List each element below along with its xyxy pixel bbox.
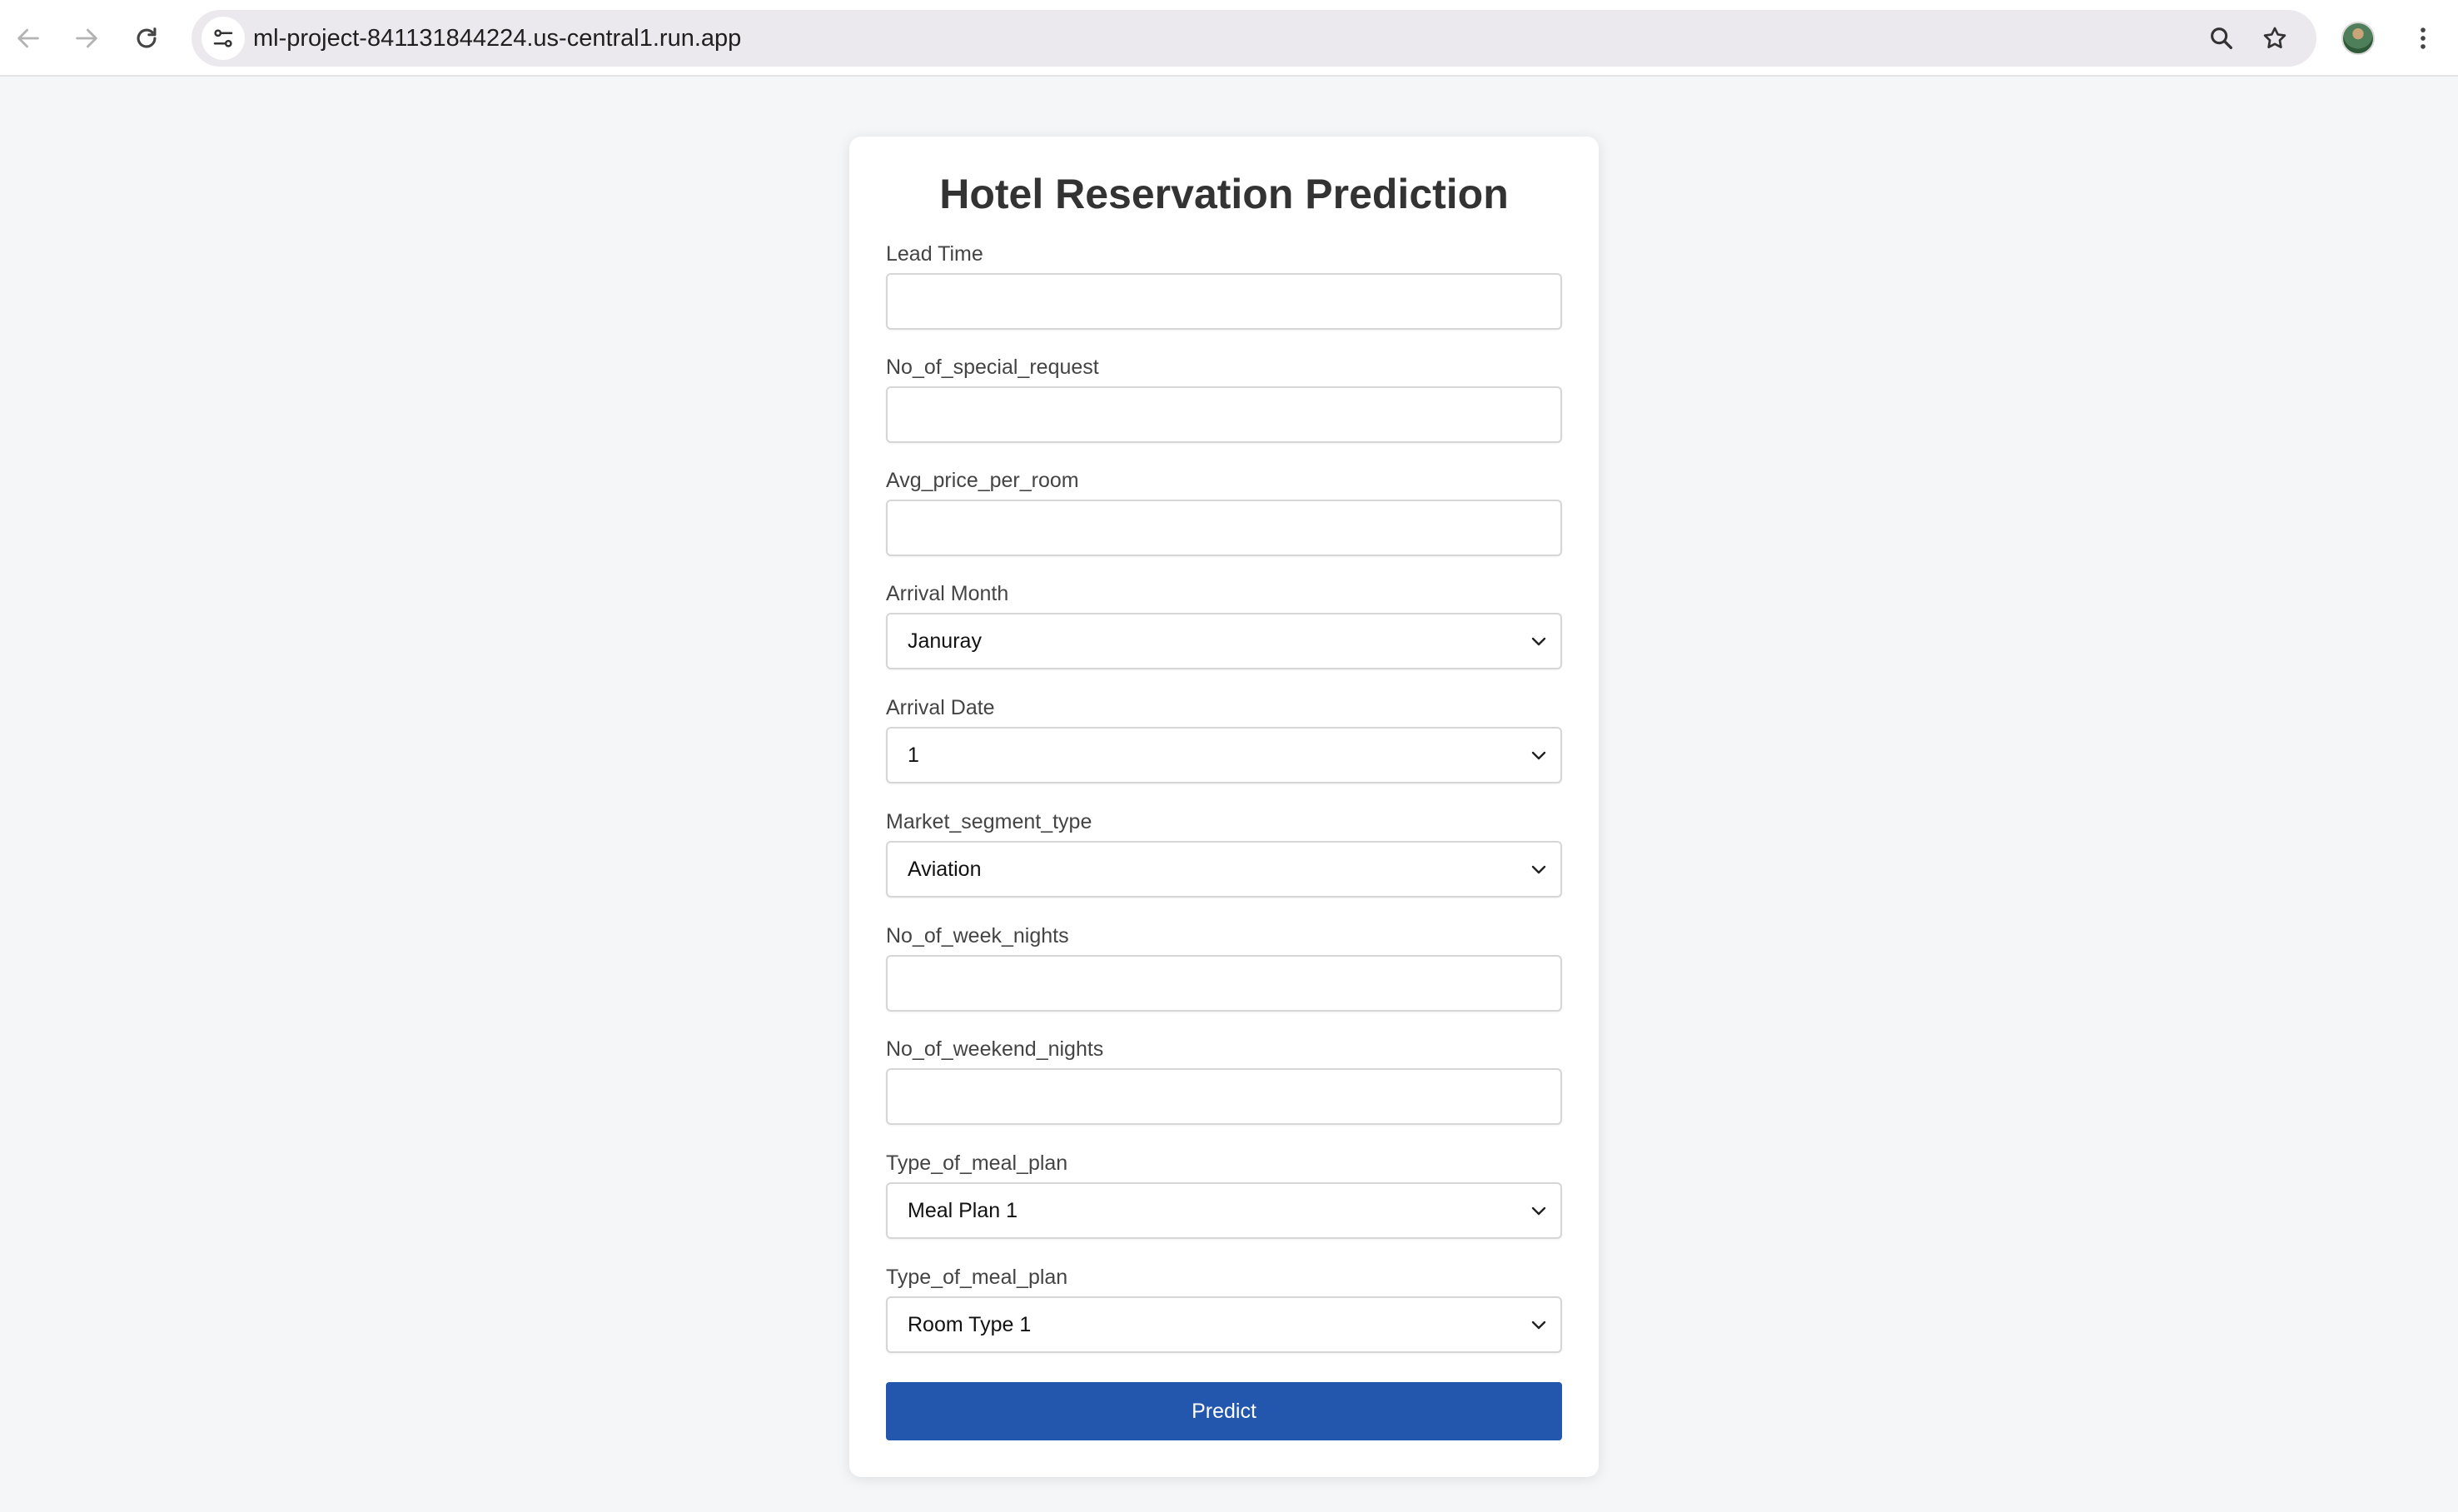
meal-plan-select[interactable]: Meal Plan 1 — [886, 1182, 1562, 1239]
url-text[interactable]: ml-project-841131844224.us-central1.run.… — [253, 10, 741, 67]
back-arrow-icon[interactable] — [7, 17, 50, 60]
arrival-date-value: 1 — [908, 744, 919, 767]
room-type-value: Room Type 1 — [908, 1313, 1032, 1336]
reload-icon[interactable] — [125, 17, 168, 60]
bookmark-star-icon[interactable] — [2255, 18, 2295, 58]
more-menu-icon[interactable] — [2401, 17, 2445, 60]
special-request-input[interactable] — [886, 386, 1562, 443]
market-segment-label: Market_segment_type — [886, 810, 1092, 833]
meal-plan-label: Type_of_meal_plan — [886, 1151, 1068, 1175]
profile-avatar[interactable] — [2341, 22, 2375, 55]
week-nights-label: No_of_week_nights — [886, 924, 1069, 947]
weekend-nights-input[interactable] — [886, 1068, 1562, 1125]
chevron-down-icon — [1531, 751, 1546, 760]
arrival-month-field: Arrival Month Januray — [886, 581, 1562, 669]
arrival-month-label: Arrival Month — [886, 582, 1009, 605]
weekend-nights-label: No_of_weekend_nights — [886, 1037, 1104, 1061]
predict-button[interactable]: Predict — [886, 1382, 1562, 1440]
week-nights-input[interactable] — [886, 955, 1562, 1012]
avg-price-input[interactable] — [886, 500, 1562, 556]
avg-price-field: Avg_price_per_room — [886, 468, 1562, 556]
lead-time-input[interactable] — [886, 273, 1562, 330]
market-segment-select[interactable]: Aviation — [886, 841, 1562, 898]
weekend-nights-field: No_of_weekend_nights — [886, 1037, 1562, 1125]
browser-toolbar: ml-project-841131844224.us-central1.run.… — [0, 0, 2458, 77]
special-request-label: No_of_special_request — [886, 356, 1099, 379]
room-type-label: Type_of_meal_plan — [886, 1266, 1068, 1289]
prediction-form-card: Hotel Reservation Prediction Lead Time N… — [849, 137, 1599, 1477]
chevron-down-icon — [1531, 1321, 1546, 1330]
chevron-down-icon — [1531, 637, 1546, 646]
chevron-down-icon — [1531, 865, 1546, 874]
page-title: Hotel Reservation Prediction — [939, 171, 1509, 217]
arrival-month-select[interactable]: Januray — [886, 613, 1562, 669]
zoom-icon[interactable] — [2202, 18, 2242, 58]
room-type-field: Type_of_meal_plan Room Type 1 — [886, 1265, 1562, 1353]
market-segment-field: Market_segment_type Aviation — [886, 809, 1562, 898]
lead-time-field: Lead Time — [886, 241, 1562, 330]
avg-price-label: Avg_price_per_room — [886, 469, 1079, 492]
room-type-select[interactable]: Room Type 1 — [886, 1296, 1562, 1353]
chevron-down-icon — [1531, 1206, 1546, 1216]
forward-arrow-icon[interactable] — [65, 17, 108, 60]
arrival-date-label: Arrival Date — [886, 696, 995, 719]
address-bar[interactable]: ml-project-841131844224.us-central1.run.… — [192, 10, 2316, 67]
meal-plan-value: Meal Plan 1 — [908, 1199, 1018, 1222]
special-request-field: No_of_special_request — [886, 355, 1562, 443]
site-settings-icon[interactable] — [202, 17, 245, 60]
market-segment-value: Aviation — [908, 858, 982, 881]
arrival-date-select[interactable]: 1 — [886, 727, 1562, 783]
arrival-date-field: Arrival Date 1 — [886, 695, 1562, 783]
arrival-month-value: Januray — [908, 629, 982, 653]
meal-plan-field: Type_of_meal_plan Meal Plan 1 — [886, 1151, 1562, 1239]
lead-time-label: Lead Time — [886, 242, 983, 266]
week-nights-field: No_of_week_nights — [886, 923, 1562, 1012]
